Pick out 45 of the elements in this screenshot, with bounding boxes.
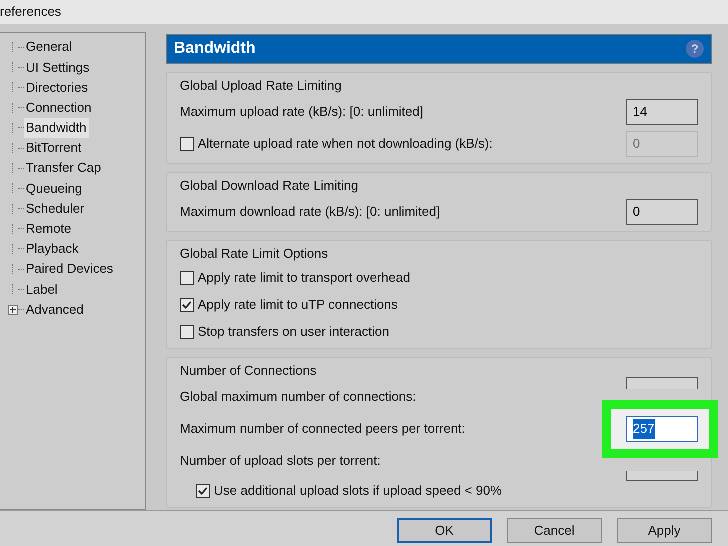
checkbox[interactable] xyxy=(180,324,194,338)
input-field[interactable]: 14 xyxy=(626,99,698,125)
checkbox[interactable] xyxy=(196,484,210,498)
sidebar-item[interactable]: Scheduler xyxy=(24,198,87,218)
expand-icon[interactable] xyxy=(8,304,18,315)
input-field[interactable]: 257 xyxy=(626,416,698,442)
sidebar-item[interactable]: Paired Devices xyxy=(24,259,116,279)
check-icon xyxy=(182,300,192,310)
dialog-button[interactable]: Cancel xyxy=(507,518,602,543)
sidebar-item[interactable]: Directories xyxy=(24,78,90,98)
check-icon xyxy=(198,486,208,496)
field-label: Maximum upload rate (kB/s): [0: unlimited] xyxy=(180,103,424,122)
field-label: Maximum number of connected peers per torrent: xyxy=(180,420,466,438)
sidebar-item[interactable]: BitTorrent xyxy=(24,138,84,158)
checkbox-label: Alternate upload rate when not downloading (kB/s): xyxy=(198,135,493,154)
checkbox-label: Apply rate limit to uTP connections xyxy=(198,296,398,314)
checkbox[interactable] xyxy=(180,270,194,284)
sidebar-item[interactable]: Queueing xyxy=(24,178,84,198)
group-title: Global Download Rate Limiting xyxy=(180,177,360,195)
sidebar-item[interactable]: Remote xyxy=(24,219,74,239)
sidebar-item[interactable]: Connection xyxy=(24,98,94,118)
input-field[interactable]: 0 xyxy=(626,199,698,225)
checkbox-label: Use additional upload slots if upload speed < 90% xyxy=(214,482,502,500)
sidebar-item[interactable]: General xyxy=(24,37,74,57)
field-label: Maximum download rate (kB/s): [0: unlimited] xyxy=(180,203,440,222)
sidebar-item[interactable]: Playback xyxy=(24,239,81,259)
field-label: Global maximum number of connections: xyxy=(180,388,416,406)
field-label: Number of upload slots per torrent: xyxy=(180,452,381,470)
sidebar-item[interactable]: Label xyxy=(24,280,60,300)
group-title: Global Rate Limit Options xyxy=(180,245,330,263)
checkbox-label: Apply rate limit to transport overhead xyxy=(198,268,410,287)
group-title: Number of Connections xyxy=(180,362,318,380)
sidebar-item[interactable]: Advanced xyxy=(24,300,86,320)
dialog-button[interactable]: Apply xyxy=(617,518,712,543)
dialog-button[interactable]: OK xyxy=(397,518,492,543)
input-field[interactable] xyxy=(626,471,698,481)
panel-title: Bandwidth xyxy=(174,39,256,59)
sidebar-item[interactable]: Transfer Cap xyxy=(24,158,104,178)
input-field[interactable] xyxy=(626,377,698,389)
checkbox[interactable] xyxy=(180,298,194,312)
checkbox-label: Stop transfers on user interaction xyxy=(198,322,390,341)
window-title: references xyxy=(0,3,62,22)
group-title: Global Upload Rate Limiting xyxy=(180,77,343,95)
sidebar-item[interactable]: Bandwidth xyxy=(24,118,89,138)
sidebar-item[interactable]: UI Settings xyxy=(24,58,92,78)
